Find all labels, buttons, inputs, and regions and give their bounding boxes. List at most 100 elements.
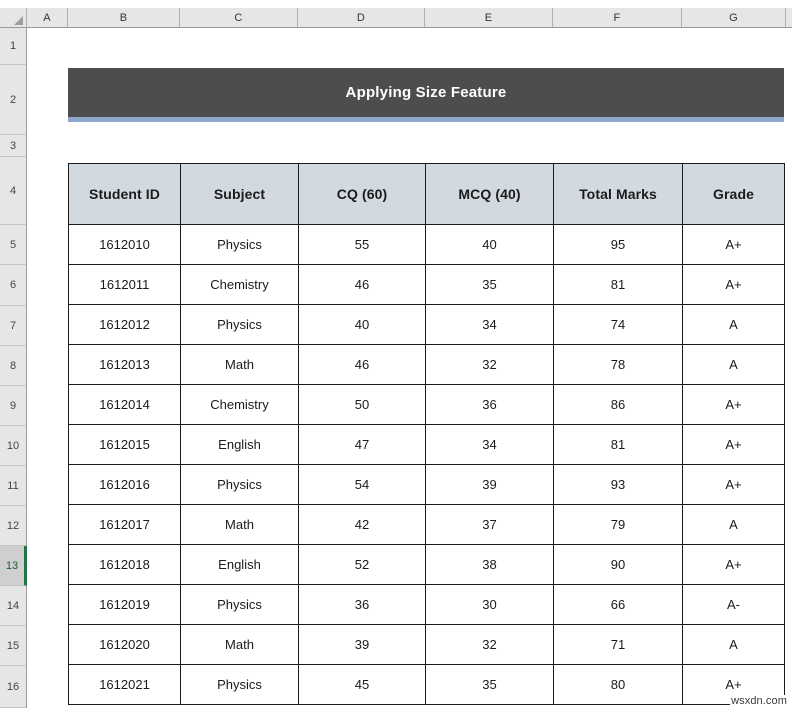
cell-total-marks[interactable]: 80 bbox=[553, 664, 683, 705]
cell-grade[interactable]: A+ bbox=[682, 384, 785, 425]
cell-total-marks[interactable]: 66 bbox=[553, 584, 683, 625]
row-header-15[interactable]: 15 bbox=[0, 626, 26, 666]
cell-mcq-marks[interactable]: 30 bbox=[425, 584, 554, 625]
row-header-13[interactable]: 13 bbox=[0, 546, 27, 586]
cell-subject[interactable]: Physics bbox=[180, 664, 299, 705]
column-header-c[interactable]: C bbox=[180, 8, 298, 27]
cell-cq-marks[interactable]: 46 bbox=[298, 264, 426, 305]
cell-grade[interactable]: A+ bbox=[682, 224, 785, 265]
cell-subject[interactable]: Chemistry bbox=[180, 384, 299, 425]
cell-cq-marks[interactable]: 47 bbox=[298, 424, 426, 465]
row-header-7[interactable]: 7 bbox=[0, 306, 26, 346]
column-header-grade[interactable]: Grade bbox=[682, 163, 785, 225]
cell-cq-marks[interactable]: 36 bbox=[298, 584, 426, 625]
cell-subject[interactable]: Math bbox=[180, 624, 299, 665]
cell-total-marks[interactable]: 93 bbox=[553, 464, 683, 505]
cell-total-marks[interactable]: 74 bbox=[553, 304, 683, 345]
cell-subject[interactable]: Physics bbox=[180, 584, 299, 625]
row-header-4[interactable]: 4 bbox=[0, 157, 26, 225]
select-all-corner-button[interactable] bbox=[0, 8, 27, 27]
cell-grade[interactable]: A+ bbox=[682, 264, 785, 305]
cell-subject[interactable]: English bbox=[180, 544, 299, 585]
cell-grade[interactable]: A bbox=[682, 304, 785, 345]
cell-student-id[interactable]: 1612014 bbox=[68, 384, 181, 425]
cell-grade[interactable]: A bbox=[682, 504, 785, 545]
cell-subject[interactable]: Physics bbox=[180, 464, 299, 505]
row-header-5[interactable]: 5 bbox=[0, 225, 26, 265]
cell-student-id[interactable]: 1612017 bbox=[68, 504, 181, 545]
cell-cq-marks[interactable]: 46 bbox=[298, 344, 426, 385]
row-header-11[interactable]: 11 bbox=[0, 466, 26, 506]
cell-mcq-marks[interactable]: 39 bbox=[425, 464, 554, 505]
cell-cq-marks[interactable]: 54 bbox=[298, 464, 426, 505]
title-banner-cell[interactable]: Applying Size Feature bbox=[68, 68, 784, 122]
cell-student-id[interactable]: 1612016 bbox=[68, 464, 181, 505]
cell-total-marks[interactable]: 81 bbox=[553, 264, 683, 305]
column-header-student-id[interactable]: Student ID bbox=[68, 163, 181, 225]
cell-grade[interactable]: A bbox=[682, 344, 785, 385]
column-header-total-marks[interactable]: Total Marks bbox=[553, 163, 683, 225]
cell-mcq-marks[interactable]: 40 bbox=[425, 224, 554, 265]
cell-subject[interactable]: English bbox=[180, 424, 299, 465]
cell-cq-marks[interactable]: 40 bbox=[298, 304, 426, 345]
cell-mcq-marks[interactable]: 32 bbox=[425, 344, 554, 385]
row-header-9[interactable]: 9 bbox=[0, 386, 26, 426]
cell-student-id[interactable]: 1612011 bbox=[68, 264, 181, 305]
cell-subject[interactable]: Chemistry bbox=[180, 264, 299, 305]
row-header-1[interactable]: 1 bbox=[0, 28, 26, 65]
row-header-3[interactable]: 3 bbox=[0, 135, 26, 157]
row-header-12[interactable]: 12 bbox=[0, 506, 26, 546]
cell-mcq-marks[interactable]: 35 bbox=[425, 664, 554, 705]
cell-subject[interactable]: Math bbox=[180, 344, 299, 385]
row-header-6[interactable]: 6 bbox=[0, 265, 26, 306]
cell-cq-marks[interactable]: 55 bbox=[298, 224, 426, 265]
row-header-16[interactable]: 16 bbox=[0, 666, 26, 708]
column-header-mcq[interactable]: MCQ (40) bbox=[425, 163, 554, 225]
cell-total-marks[interactable]: 81 bbox=[553, 424, 683, 465]
cell-cq-marks[interactable]: 42 bbox=[298, 504, 426, 545]
cell-grade[interactable]: A+ bbox=[682, 424, 785, 465]
cell-student-id[interactable]: 1612015 bbox=[68, 424, 181, 465]
cell-total-marks[interactable]: 95 bbox=[553, 224, 683, 265]
column-header-d[interactable]: D bbox=[298, 8, 425, 27]
cell-mcq-marks[interactable]: 36 bbox=[425, 384, 554, 425]
cell-mcq-marks[interactable]: 38 bbox=[425, 544, 554, 585]
cell-student-id[interactable]: 1612012 bbox=[68, 304, 181, 345]
cell-total-marks[interactable]: 86 bbox=[553, 384, 683, 425]
column-header-e[interactable]: E bbox=[425, 8, 553, 27]
cell-student-id[interactable]: 1612021 bbox=[68, 664, 181, 705]
column-header-a[interactable]: A bbox=[27, 8, 68, 27]
cell-grade[interactable]: A+ bbox=[682, 544, 785, 585]
cell-student-id[interactable]: 1612010 bbox=[68, 224, 181, 265]
cell-total-marks[interactable]: 90 bbox=[553, 544, 683, 585]
cell-student-id[interactable]: 1612019 bbox=[68, 584, 181, 625]
cell-mcq-marks[interactable]: 32 bbox=[425, 624, 554, 665]
column-header-b[interactable]: B bbox=[68, 8, 180, 27]
cell-mcq-marks[interactable]: 34 bbox=[425, 304, 554, 345]
cell-grade[interactable]: A- bbox=[682, 584, 785, 625]
cell-mcq-marks[interactable]: 34 bbox=[425, 424, 554, 465]
cell-cq-marks[interactable]: 50 bbox=[298, 384, 426, 425]
cell-grade[interactable]: A+ bbox=[682, 464, 785, 505]
cell-mcq-marks[interactable]: 37 bbox=[425, 504, 554, 545]
cell-cq-marks[interactable]: 39 bbox=[298, 624, 426, 665]
cell-subject[interactable]: Math bbox=[180, 504, 299, 545]
column-header-cq[interactable]: CQ (60) bbox=[298, 163, 426, 225]
cell-student-id[interactable]: 1612018 bbox=[68, 544, 181, 585]
cell-student-id[interactable]: 1612020 bbox=[68, 624, 181, 665]
cell-subject[interactable]: Physics bbox=[180, 224, 299, 265]
column-header-subject[interactable]: Subject bbox=[180, 163, 299, 225]
cell-grade[interactable]: A bbox=[682, 624, 785, 665]
row-header-8[interactable]: 8 bbox=[0, 346, 26, 386]
column-header-f[interactable]: F bbox=[553, 8, 682, 27]
row-header-2[interactable]: 2 bbox=[0, 65, 26, 135]
cell-cq-marks[interactable]: 45 bbox=[298, 664, 426, 705]
cell-total-marks[interactable]: 78 bbox=[553, 344, 683, 385]
row-header-10[interactable]: 10 bbox=[0, 426, 26, 466]
cell-total-marks[interactable]: 71 bbox=[553, 624, 683, 665]
cell-total-marks[interactable]: 79 bbox=[553, 504, 683, 545]
cell-cq-marks[interactable]: 52 bbox=[298, 544, 426, 585]
cell-subject[interactable]: Physics bbox=[180, 304, 299, 345]
cell-student-id[interactable]: 1612013 bbox=[68, 344, 181, 385]
column-header-g[interactable]: G bbox=[682, 8, 786, 27]
